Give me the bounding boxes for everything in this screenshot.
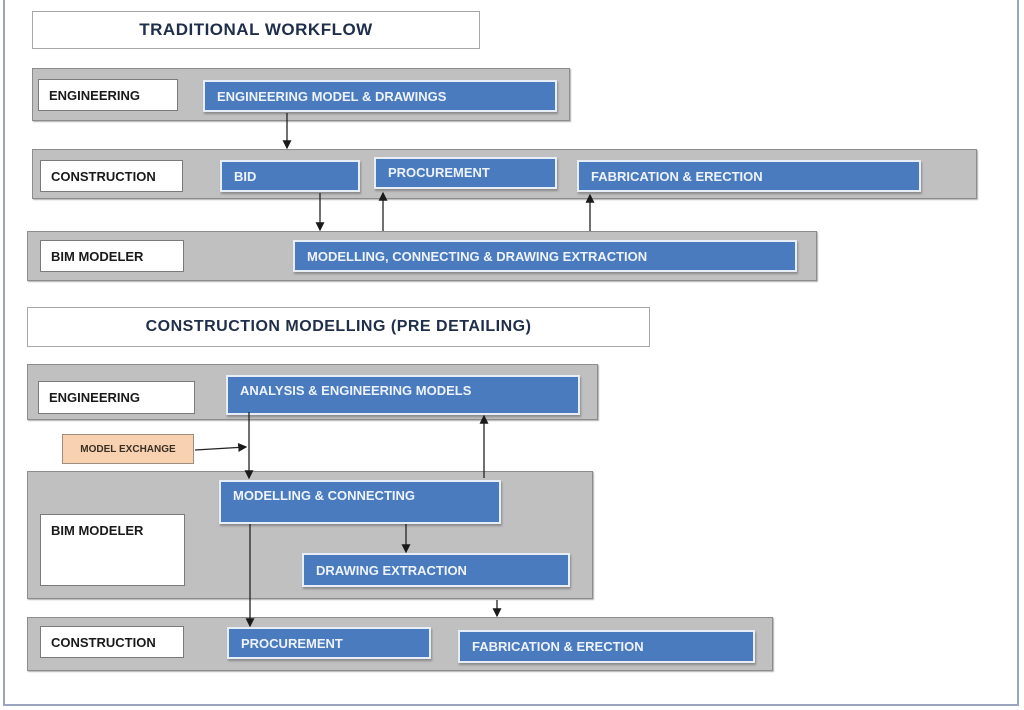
flow-arrows (194, 113, 595, 628)
arrow-model-exchange (194, 442, 248, 453)
